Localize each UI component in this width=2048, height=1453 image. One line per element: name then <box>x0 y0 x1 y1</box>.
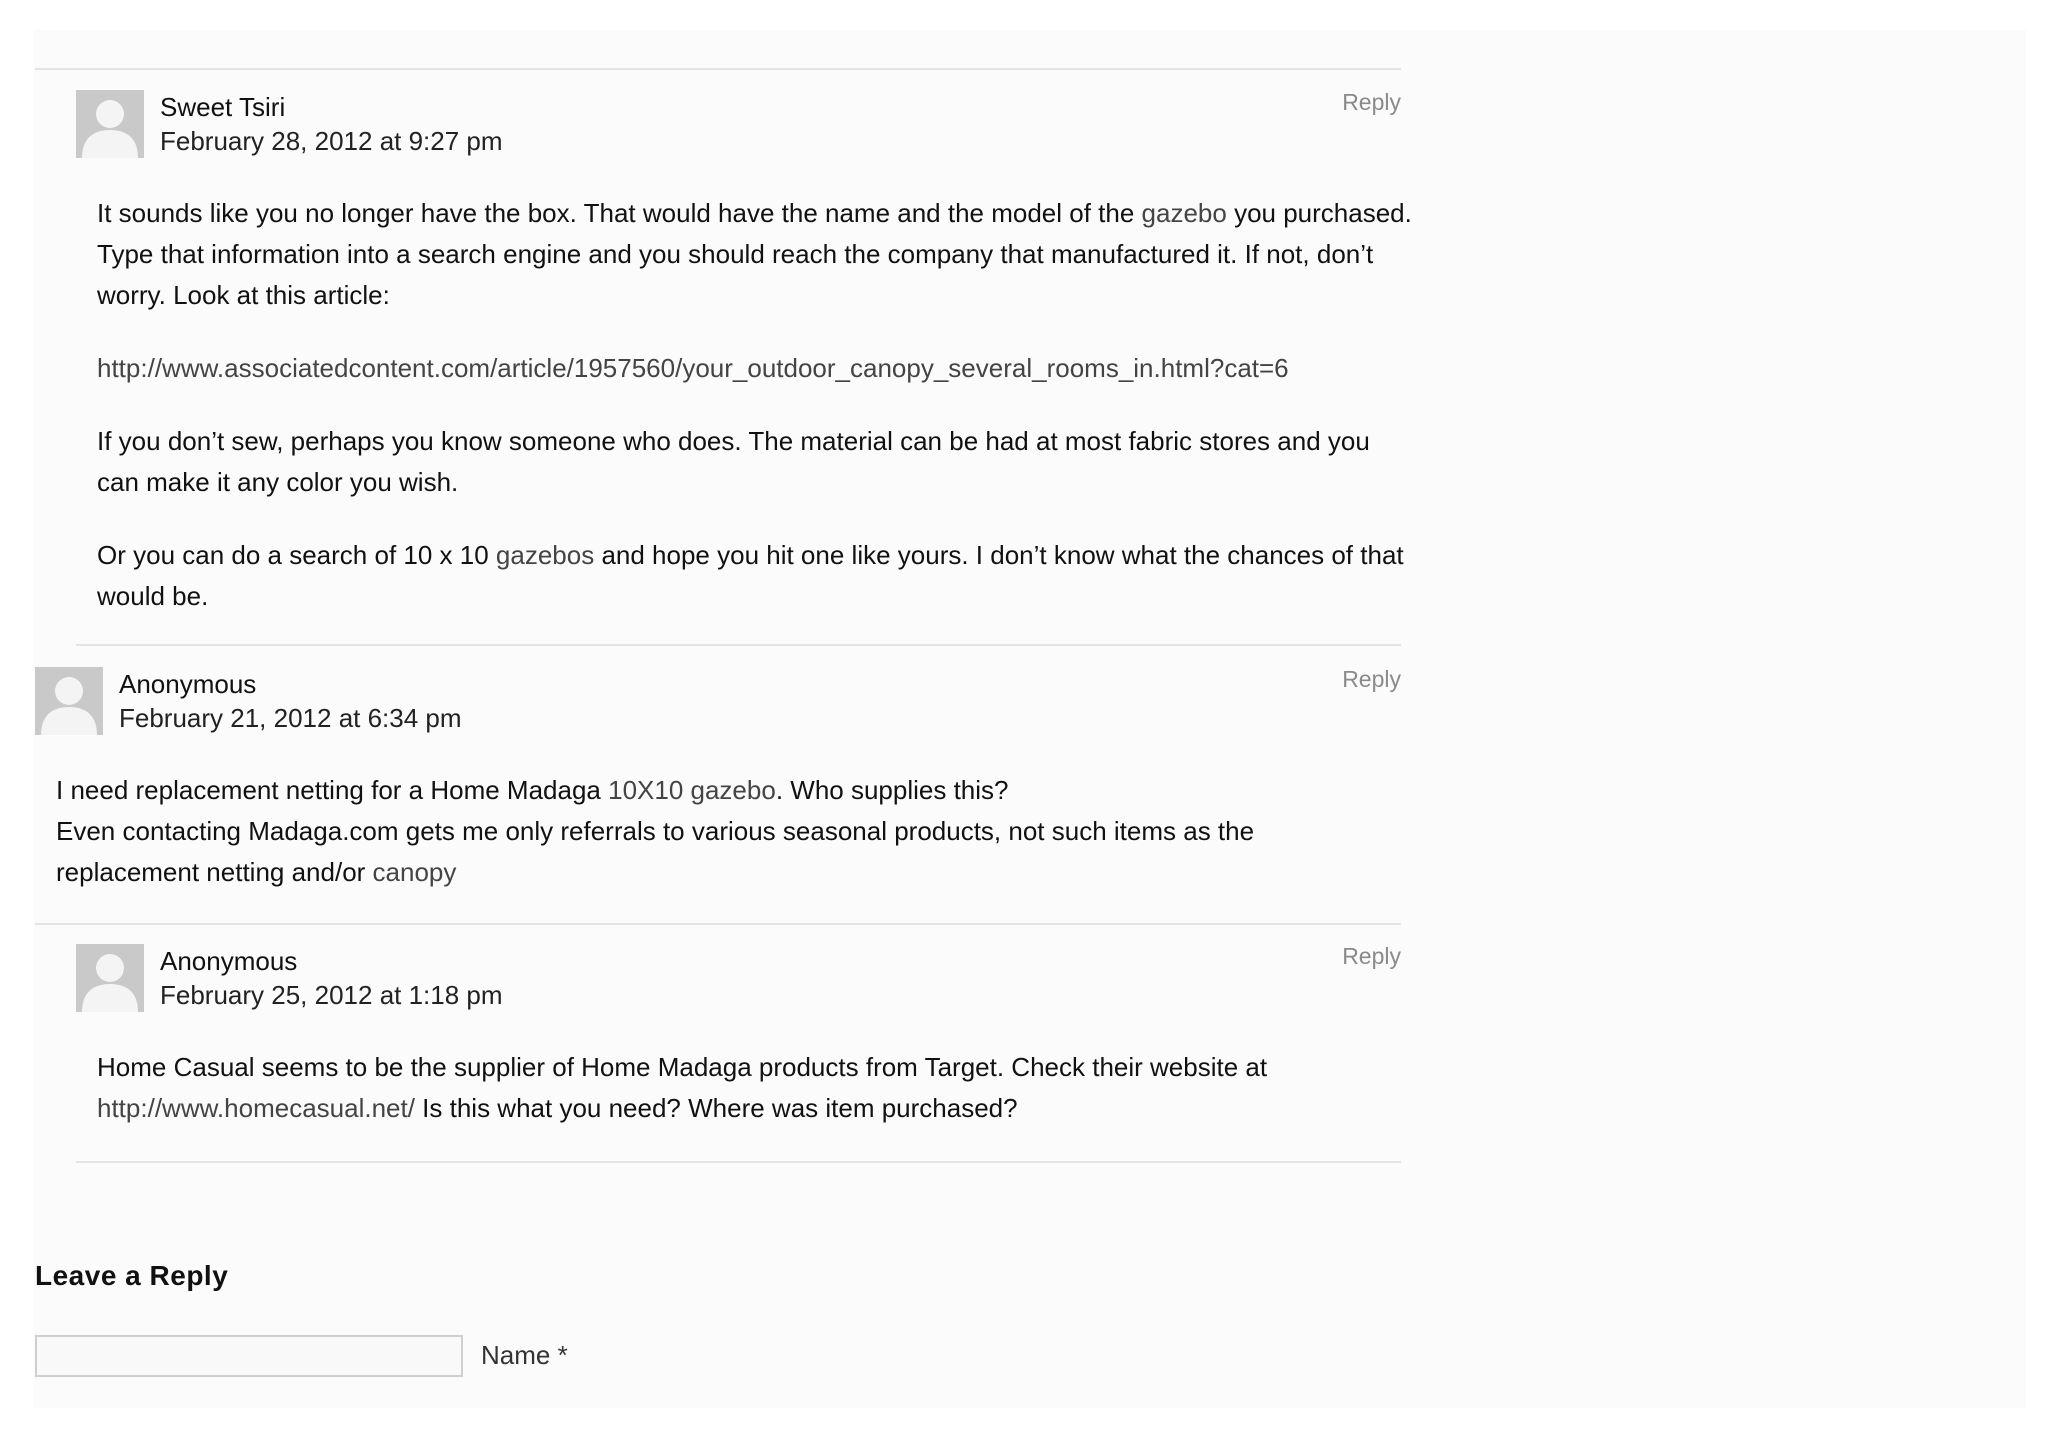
comment-anonymous-1: Anonymous February 21, 2012 at 6:34 pm R… <box>35 666 1401 925</box>
text-span: If you don’t sew, perhaps you know someo… <box>97 426 1370 497</box>
canopy-link[interactable]: canopy <box>373 857 457 887</box>
avatar-placeholder-icon <box>76 944 144 1012</box>
comment-date[interactable]: February 28, 2012 at 9:27 pm <box>160 125 503 157</box>
homecasual-url-link[interactable]: http://www.homecasual.net/ <box>97 1093 415 1123</box>
reply-link[interactable]: Reply <box>1342 86 1401 118</box>
name-input[interactable] <box>35 1335 463 1377</box>
comment-body: Home Casual seems to be the supplier of … <box>97 1047 1397 1129</box>
text-span: Even contacting Madaga.com gets me only … <box>56 816 1255 887</box>
gazebo-10x10-link[interactable]: 10X10 gazebo <box>608 775 776 805</box>
text-span: . Who supplies this? <box>775 775 1009 805</box>
reply-link[interactable]: Reply <box>1342 663 1401 695</box>
comment-paragraph: Or you can do a search of 10 x 10 gazebo… <box>97 535 1417 617</box>
name-label: Name * <box>481 1340 568 1370</box>
gazebo-link[interactable]: gazebo <box>1142 198 1227 228</box>
gazebos-link[interactable]: gazebos <box>496 540 594 570</box>
text-span: It sounds like you no longer have the bo… <box>97 198 1142 228</box>
comment-paragraph: Home Casual seems to be the supplier of … <box>97 1047 1397 1129</box>
comment-author: Anonymous <box>160 946 298 976</box>
thread-top-divider <box>35 68 1401 70</box>
reply-link[interactable]: Reply <box>1342 940 1401 972</box>
comment-paragraph: It sounds like you no longer have the bo… <box>97 193 1417 316</box>
comment-sweet-tsiri: Sweet Tsiri February 28, 2012 at 9:27 pm… <box>76 89 1412 646</box>
text-span: Home Casual seems to be the supplier of … <box>97 1052 1268 1082</box>
text-span: Or you can do a search of 10 x 10 <box>97 540 496 570</box>
article-url-link[interactable]: http://www.associatedcontent.com/article… <box>97 353 1289 383</box>
comment-anonymous-2: Anonymous February 25, 2012 at 1:18 pm R… <box>76 943 1401 1163</box>
text-span: Is this what you need? Where was item pu… <box>414 1093 1018 1123</box>
comment-date[interactable]: February 21, 2012 at 6:34 pm <box>119 702 462 734</box>
leave-reply-heading: Leave a Reply <box>35 1260 229 1291</box>
avatar-placeholder-icon <box>35 667 103 735</box>
comment-paragraph: If you don’t sew, perhaps you know someo… <box>97 421 1417 503</box>
avatar-placeholder-icon <box>76 90 144 158</box>
comment-body: It sounds like you no longer have the bo… <box>97 193 1417 617</box>
comment-author[interactable]: Sweet Tsiri <box>160 91 285 123</box>
comment-date[interactable]: February 25, 2012 at 1:18 pm <box>160 979 503 1011</box>
comment-author: Anonymous <box>119 669 257 699</box>
comment-paragraph: I need replacement netting for a Home Ma… <box>56 770 1396 893</box>
text-span: I need replacement netting for a Home Ma… <box>56 775 609 805</box>
comment-paragraph: http://www.associatedcontent.com/article… <box>97 348 1417 389</box>
comment-body: I need replacement netting for a Home Ma… <box>56 770 1396 893</box>
